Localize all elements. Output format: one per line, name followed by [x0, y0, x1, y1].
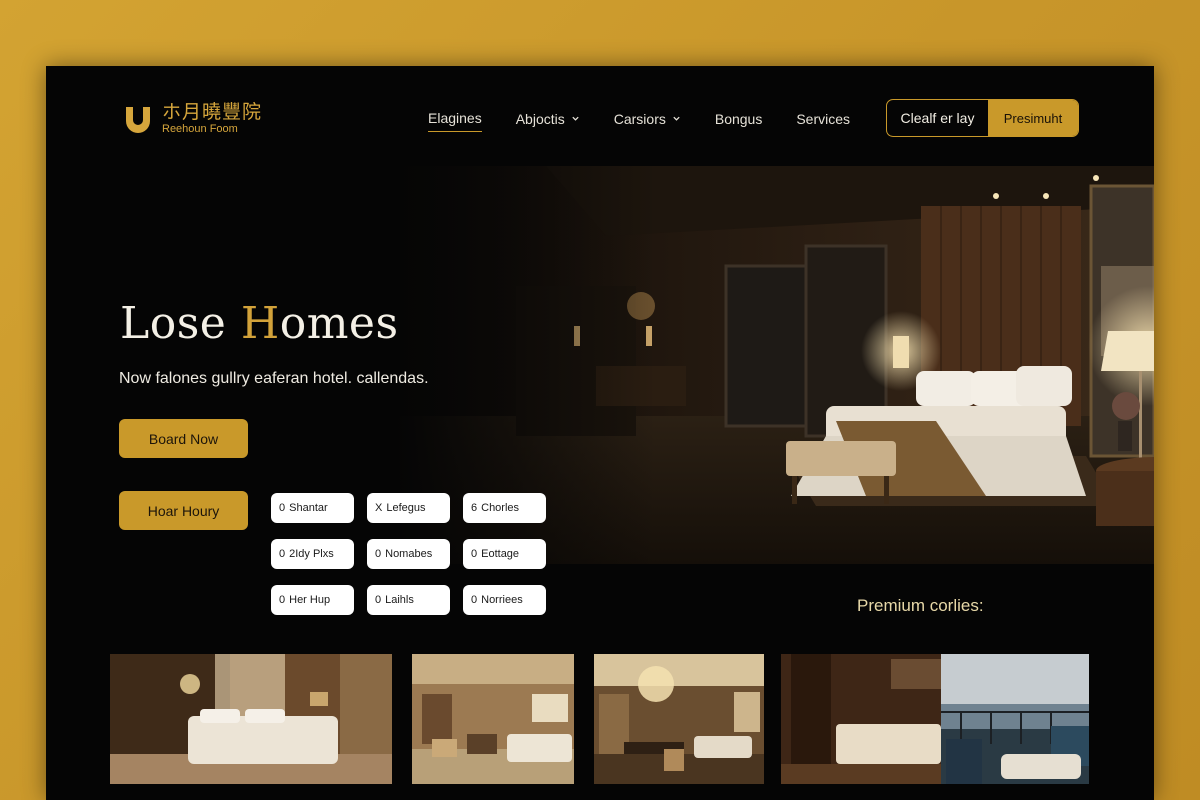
clear-lay-button[interactable]: Clealf er lay — [887, 100, 988, 136]
gallery-thumb-suite[interactable] — [412, 654, 574, 784]
main-nav: Elagines Abjoctis Carsiors Bongus Servic… — [428, 110, 884, 132]
book-now-button[interactable]: Board Now — [119, 419, 248, 458]
chip-chorles[interactable]: 6 Chorles — [463, 493, 546, 523]
hour-button[interactable]: Hoar Houry — [119, 491, 248, 530]
ocean-view-photo-icon — [781, 654, 1089, 784]
nav-label: Bongus — [714, 110, 763, 127]
nav-item-services[interactable]: Services — [796, 110, 850, 132]
nav-label: Elagines — [428, 110, 482, 126]
nav-item-abjoctis[interactable]: Abjoctis — [516, 110, 580, 132]
brand-subtitle: Reehoun Foom — [162, 123, 238, 135]
chip-shantar[interactable]: 0 Shantar — [271, 493, 354, 523]
gallery-thumb-bedroom[interactable] — [110, 654, 392, 784]
chip-her-hup[interactable]: 0 Her Hup — [271, 585, 354, 615]
chip-lefegus[interactable]: X Lefegus — [367, 493, 450, 523]
brand-name: ホ月曉豐院 — [162, 101, 263, 123]
nav-item-carsiors[interactable]: Carsiors — [614, 110, 681, 132]
nav-label: Abjoctis — [515, 110, 565, 127]
nav-item-bongus[interactable]: Bongus — [715, 110, 762, 132]
bedroom-photo-icon — [110, 654, 392, 784]
suite-photo-icon — [412, 654, 574, 784]
premium-section-label: Premium corlies: — [857, 596, 984, 615]
chevron-down-icon — [673, 116, 680, 121]
logo-icon — [122, 103, 154, 135]
gallery-thumb-ocean-view[interactable] — [781, 654, 1089, 784]
nav-item-elagines[interactable]: Elagines — [428, 110, 482, 132]
dining-photo-icon — [594, 654, 764, 784]
page-frame: ホ月曉豐院 Reehoun Foom Elagines Abjoctis Car… — [46, 66, 1154, 800]
chip-2idy-plxs[interactable]: 0 2Idy Plxs — [271, 539, 354, 569]
chip-norriees[interactable]: 0 Norriees — [463, 585, 546, 615]
nav-label: Services — [796, 110, 851, 127]
header-cta-group: Clealf er lay Presimuht — [886, 99, 1079, 137]
chip-eottage[interactable]: 0 Eottage — [463, 539, 546, 569]
hero-title: Lose Homes — [120, 298, 399, 349]
brand-logo[interactable]: ホ月曉豐院 Reehoun Foom — [122, 102, 262, 135]
hero-subtitle: Now falones gullry eaferan hotel. callen… — [119, 370, 429, 387]
chip-laihls[interactable]: 0 Laihls — [367, 585, 450, 615]
chevron-down-icon — [572, 116, 579, 121]
nav-label: Carsiors — [613, 110, 666, 127]
chip-nomabes[interactable]: 0 Nomabes — [367, 539, 450, 569]
premium-button[interactable]: Presimuht — [988, 100, 1078, 136]
gallery-thumb-dining[interactable] — [594, 654, 764, 784]
